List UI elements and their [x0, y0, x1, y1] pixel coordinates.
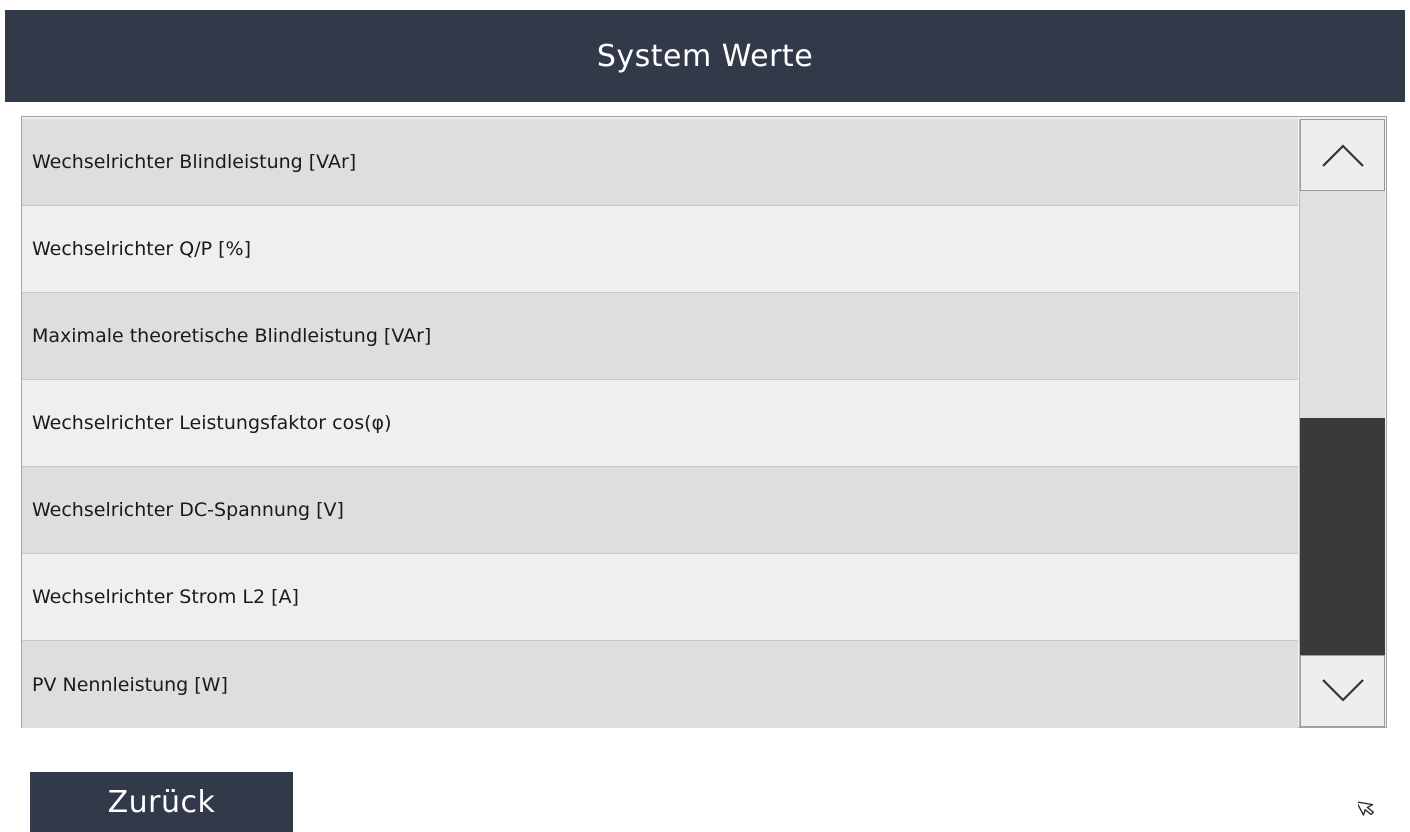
- list-item[interactable]: Wechselrichter Q/P [%]: [22, 206, 1298, 293]
- scroll-up-button[interactable]: [1300, 119, 1385, 191]
- list-item-label: Wechselrichter Blindleistung [VAr]: [32, 151, 357, 173]
- page-title: System Werte: [596, 38, 814, 74]
- scroll-thumb[interactable]: [1300, 418, 1385, 655]
- scroll-track[interactable]: [1300, 191, 1385, 655]
- values-list-panel: Wechselrichter Blindleistung [VAr] Wechse…: [21, 116, 1387, 728]
- back-button[interactable]: Zurück: [30, 772, 293, 832]
- list-item-label: Wechselrichter Leistungsfaktor cos(φ): [32, 412, 392, 434]
- chevron-up-icon: [1321, 144, 1364, 167]
- header-bar: System Werte: [5, 10, 1405, 102]
- list-item-label: Wechselrichter DC-Spannung [V]: [32, 499, 344, 521]
- list-item[interactable]: Wechselrichter DC-Spannung [V]: [22, 467, 1298, 554]
- list-item-label: PV Nennleistung [W]: [32, 673, 228, 696]
- list-item[interactable]: PV Nennleistung [W]: [22, 641, 1298, 728]
- mouse-cursor-icon: [1358, 801, 1374, 816]
- list-item[interactable]: Wechselrichter Leistungsfaktor cos(φ): [22, 380, 1298, 467]
- list-item-label: Maximale theoretische Blindleistung [VAr…: [32, 325, 432, 347]
- list-item-label: Wechselrichter Q/P [%]: [32, 238, 252, 260]
- list-item[interactable]: Wechselrichter Blindleistung [VAr]: [22, 119, 1298, 206]
- scroll-down-button[interactable]: [1300, 655, 1385, 727]
- list-item[interactable]: Wechselrichter Strom L2 [A]: [22, 554, 1298, 641]
- list-item-label: Wechselrichter Strom L2 [A]: [32, 586, 299, 608]
- list-item[interactable]: Maximale theoretische Blindleistung [VAr…: [22, 293, 1298, 380]
- values-list[interactable]: Wechselrichter Blindleistung [VAr] Wechse…: [22, 119, 1298, 728]
- list-scrollbar[interactable]: [1299, 119, 1385, 727]
- chevron-down-icon: [1321, 679, 1364, 702]
